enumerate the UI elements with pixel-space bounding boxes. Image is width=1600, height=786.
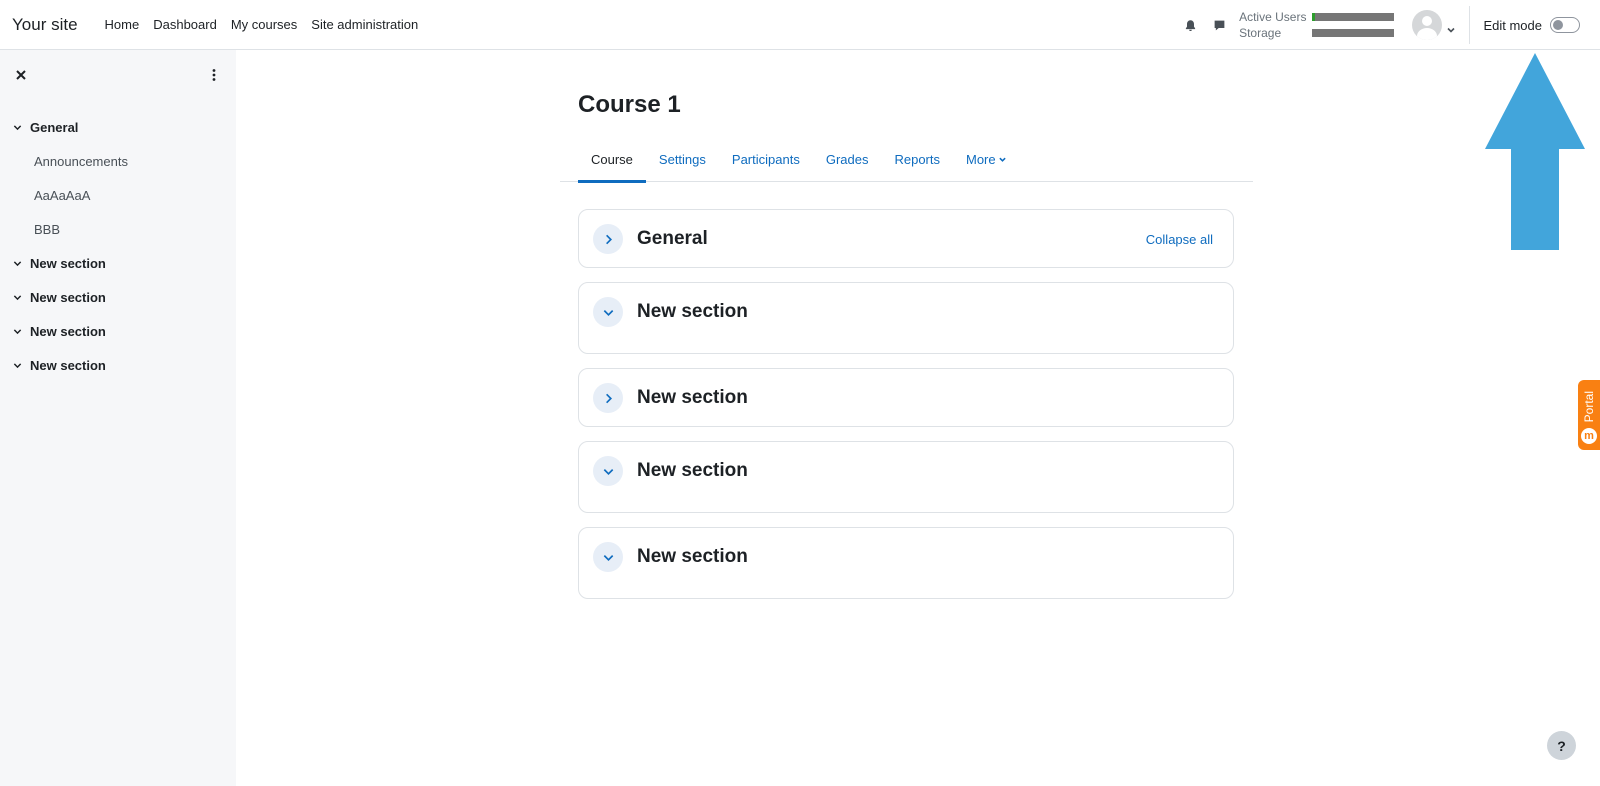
index-section-item[interactable]: New section <box>0 348 236 382</box>
chevron-down-icon[interactable] <box>593 542 623 572</box>
up-arrow-annotation-icon <box>1485 53 1585 250</box>
chevron-down-icon[interactable] <box>13 292 23 302</box>
index-activity-item[interactable]: BBB <box>0 212 236 246</box>
chevron-down-icon[interactable] <box>13 360 23 370</box>
user-menu-toggle[interactable] <box>1412 10 1456 40</box>
tab-grades[interactable]: Grades <box>813 136 882 182</box>
edit-mode-toggle[interactable] <box>1550 17 1580 33</box>
nav-dashboard-link[interactable]: Dashboard <box>153 17 217 32</box>
avatar <box>1412 10 1443 40</box>
tab-label: Reports <box>894 151 940 167</box>
site-brand[interactable]: Your site <box>12 15 78 35</box>
index-item-label: Announcements <box>34 153 128 169</box>
notifications-button[interactable] <box>1176 0 1205 50</box>
index-item-label: New section <box>30 323 106 339</box>
tab-label: More <box>966 151 996 167</box>
tab-reports[interactable]: Reports <box>881 136 953 182</box>
messages-button[interactable] <box>1205 0 1234 50</box>
chat-bubble-icon <box>1214 20 1225 30</box>
tab-label: Participants <box>731 151 800 167</box>
top-navbar: Your site Home Dashboard My courses Site… <box>0 0 1600 50</box>
section-title[interactable]: New section <box>637 460 748 482</box>
usage-quota: Active Users Storage <box>1239 9 1395 40</box>
tab-settings[interactable]: Settings <box>646 136 719 182</box>
index-section-item[interactable]: New section <box>0 314 236 348</box>
chevron-down-icon[interactable] <box>13 122 23 132</box>
tab-more[interactable]: More <box>953 136 1019 182</box>
chevron-down-icon[interactable] <box>13 326 23 336</box>
index-activity-item[interactable]: Announcements <box>0 144 236 178</box>
course-section-card: New section <box>578 368 1234 427</box>
help-button[interactable]: ? <box>1547 731 1576 760</box>
course-section-card: New section <box>578 441 1234 513</box>
tab-label: Course <box>591 151 633 167</box>
index-section-item[interactable]: New section <box>0 246 236 280</box>
tab-course[interactable]: Course <box>578 136 646 183</box>
nav-home-link[interactable]: Home <box>105 17 140 32</box>
chevron-down-icon[interactable] <box>593 297 623 327</box>
storage-label: Storage <box>1239 25 1282 40</box>
active-users-label: Active Users <box>1239 9 1307 24</box>
tab-label: Settings <box>658 151 706 167</box>
chevron-down-icon <box>1447 21 1456 33</box>
index-item-label: AaAaAaA <box>34 187 91 203</box>
course-section-card: General Collapse all <box>578 209 1234 268</box>
tab-label: Grades <box>825 151 869 167</box>
portal-side-tab[interactable]: Portal m <box>1578 380 1600 450</box>
collapse-all-link[interactable]: Collapse all <box>1146 232 1213 247</box>
portal-label: Portal <box>1582 390 1596 422</box>
course-index: General Announcements AaAaAaA BBB New sectio… <box>0 110 236 382</box>
section-title[interactable]: General <box>637 228 708 250</box>
chevron-right-icon[interactable] <box>593 383 623 413</box>
moodle-logo-icon: m <box>1581 428 1597 444</box>
index-item-label: BBB <box>34 221 61 237</box>
index-section-item[interactable]: General <box>0 110 236 144</box>
primary-navigation: Home Dashboard My courses Site administr… <box>105 17 433 32</box>
index-item-label: General <box>30 119 79 135</box>
section-title[interactable]: New section <box>637 546 748 568</box>
nav-site-administration-link[interactable]: Site administration <box>311 17 418 32</box>
chevron-right-icon[interactable] <box>593 224 623 254</box>
page-title: Course 1 <box>578 91 681 118</box>
chevron-down-icon <box>998 156 1006 163</box>
nav-my-courses-link[interactable]: My courses <box>231 17 297 32</box>
edit-mode-control: Edit mode <box>1483 17 1580 33</box>
section-title[interactable]: New section <box>637 301 748 323</box>
course-secondary-nav: Course Settings Participants Grades Reports M… <box>560 136 1253 183</box>
index-section-item[interactable]: New section <box>0 280 236 314</box>
kebab-menu-icon <box>212 69 216 81</box>
close-drawer-button[interactable] <box>12 66 30 84</box>
drawer-options-button[interactable] <box>207 66 221 84</box>
active-users-fill <box>1312 13 1315 21</box>
toggle-knob <box>1553 20 1563 30</box>
course-sections: General Collapse all New section New sectio… <box>578 209 1234 613</box>
chevron-down-icon[interactable] <box>593 456 623 486</box>
edit-mode-label: Edit mode <box>1483 17 1542 33</box>
navbar-right: Active Users Storage Edit mode <box>1176 0 1600 50</box>
close-icon <box>16 70 26 80</box>
storage-bar <box>1312 29 1395 37</box>
course-index-drawer: General Announcements AaAaAaA BBB New sectio… <box>0 50 236 786</box>
chevron-down-icon[interactable] <box>13 258 23 268</box>
index-item-label: New section <box>30 357 106 373</box>
course-section-card: New section <box>578 282 1234 354</box>
navbar-divider <box>1469 6 1471 44</box>
course-section-card: New section <box>578 527 1234 599</box>
tab-participants[interactable]: Participants <box>719 136 813 182</box>
index-activity-item[interactable]: AaAaAaA <box>0 178 236 212</box>
index-item-label: New section <box>30 289 106 305</box>
active-users-bar <box>1312 13 1395 21</box>
index-item-label: New section <box>30 255 106 271</box>
bell-icon <box>1185 19 1196 31</box>
section-title[interactable]: New section <box>637 387 748 409</box>
